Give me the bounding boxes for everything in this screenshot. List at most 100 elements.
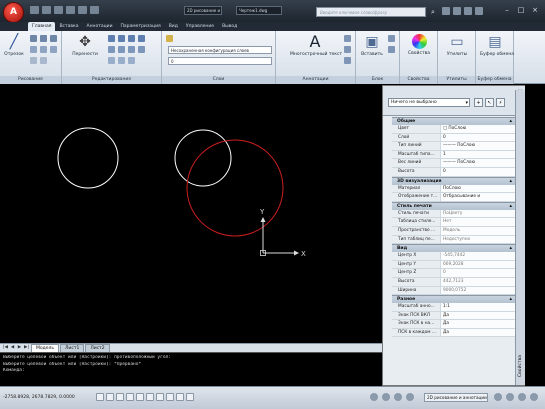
property-row[interactable]: Слой 0 xyxy=(392,133,515,143)
rectangle-icon[interactable] xyxy=(30,46,37,53)
ribbon-tab[interactable]: Вывод xyxy=(218,22,241,31)
property-row[interactable]: Масштаб анно... 1:1 xyxy=(392,303,515,312)
property-value[interactable]: ——— ПоСлою xyxy=(441,142,515,150)
property-value[interactable]: -545,7442 xyxy=(441,252,515,260)
property-row[interactable]: ПСК в каждом ... Да xyxy=(392,328,515,338)
polyline-icon[interactable] xyxy=(30,35,37,42)
property-category[interactable]: 3D визуализация ▴ xyxy=(392,176,515,185)
property-row[interactable]: Тип таблиц пе... Недоступно xyxy=(392,235,515,245)
snap-toggle[interactable] xyxy=(96,393,104,401)
lock-icon[interactable] xyxy=(494,393,502,401)
arc-icon[interactable] xyxy=(50,35,57,42)
property-value[interactable]: Отбрасывание и xyxy=(441,193,515,201)
property-row[interactable]: Знак ПСК в на... Да xyxy=(392,320,515,329)
model-space-icon[interactable] xyxy=(370,393,378,401)
maximize-icon[interactable]: □ xyxy=(515,5,527,15)
property-value[interactable]: Нет xyxy=(441,218,515,226)
property-value[interactable]: 442,7123 xyxy=(441,277,515,286)
edit-block-icon[interactable] xyxy=(388,46,395,53)
layer-properties-icon[interactable] xyxy=(166,35,173,42)
property-value[interactable]: 0 xyxy=(441,167,515,176)
block-panel-title[interactable]: Блок xyxy=(356,76,399,84)
ribbon-tab[interactable]: Вид xyxy=(165,22,182,31)
property-row[interactable]: Ширина 9000,0752 xyxy=(392,286,515,296)
last-tab-icon[interactable]: ▶| xyxy=(23,344,30,352)
property-row[interactable]: Отображение т... Отбрасывание и xyxy=(392,193,515,202)
layout-tab[interactable]: Лист1 xyxy=(60,344,85,352)
multiline-text-tool[interactable]: A Многострочный текст xyxy=(290,34,342,58)
layer-state-combo[interactable]: Несохраненная конфигурация слоев xyxy=(168,46,272,54)
create-block-icon[interactable] xyxy=(388,35,395,42)
scale-icon[interactable] xyxy=(108,57,115,64)
new-icon[interactable] xyxy=(30,6,39,14)
mirror-icon[interactable] xyxy=(108,46,115,53)
property-value[interactable]: Да xyxy=(441,328,515,337)
minimize-icon[interactable]: – xyxy=(501,5,513,15)
polar-toggle[interactable] xyxy=(126,393,134,401)
layout-tab[interactable]: Лист2 xyxy=(85,344,110,352)
property-row[interactable]: Высота 0 xyxy=(392,167,515,177)
quick-properties-toggle[interactable] xyxy=(186,393,194,401)
ribbon-tab[interactable]: Главная xyxy=(28,22,56,31)
property-category[interactable]: Вид ▴ xyxy=(392,244,515,253)
undo-icon[interactable] xyxy=(66,6,75,14)
property-value[interactable]: 669,2028 xyxy=(441,260,515,269)
move-tool[interactable]: ✥ Перенести xyxy=(68,34,102,57)
command-line[interactable]: Выберите целевой объект или [Настройки]:… xyxy=(0,352,382,385)
pan-icon[interactable] xyxy=(394,393,402,401)
collapse-icon[interactable]: ▴ xyxy=(509,296,512,303)
drawing-area[interactable]: Y X xyxy=(0,85,382,343)
property-row[interactable]: Центр X -545,7442 xyxy=(392,252,515,261)
draw-panel-title[interactable]: Рисование xyxy=(0,76,61,84)
help-icon[interactable] xyxy=(475,7,483,15)
property-value[interactable]: 9000,0752 xyxy=(441,286,515,295)
clean-screen-icon[interactable] xyxy=(530,393,538,401)
property-value[interactable]: ——— ПоСлою xyxy=(441,159,515,167)
property-row[interactable]: Цвет □ ПоСлою xyxy=(392,125,515,134)
favorites-icon[interactable] xyxy=(464,7,472,15)
subscription-center-icon[interactable] xyxy=(442,7,450,15)
drawing-objects[interactable] xyxy=(57,127,284,237)
first-tab-icon[interactable]: |◀ xyxy=(2,344,9,352)
leader-icon[interactable] xyxy=(344,46,351,53)
stretch-icon[interactable] xyxy=(138,46,145,53)
ribbon-tab[interactable]: Управление xyxy=(182,22,218,31)
annotation-panel-title[interactable]: Аннотации xyxy=(276,76,355,84)
search-icon[interactable]: ⌕ xyxy=(428,7,438,17)
property-value[interactable]: 0 xyxy=(441,133,515,142)
pickadd-icon[interactable]: + xyxy=(474,98,483,107)
property-row[interactable]: Центр Z0 xyxy=(392,269,515,278)
erase-icon[interactable] xyxy=(128,35,135,42)
next-tab-icon[interactable]: ▶ xyxy=(16,344,23,352)
property-row[interactable]: Материал ПоСлою xyxy=(392,184,515,194)
osnap-toggle[interactable] xyxy=(136,393,144,401)
circle-object[interactable] xyxy=(174,129,232,187)
search-input[interactable]: Введите ключевое слово/фразу xyxy=(316,7,426,17)
utilities-tool[interactable]: ▭ Утилиты xyxy=(442,34,472,57)
utilities-panel-title[interactable]: Утилиты xyxy=(438,76,475,84)
ortho-toggle[interactable] xyxy=(116,393,124,401)
clipboard-tool[interactable]: ▤ Буфер обмена xyxy=(480,34,514,57)
properties-tool[interactable]: Свойства xyxy=(404,34,434,56)
grid-toggle[interactable] xyxy=(106,393,114,401)
offset-icon[interactable] xyxy=(128,57,135,64)
property-category[interactable]: Стиль печати ▴ xyxy=(392,201,515,210)
copy-icon[interactable] xyxy=(138,35,145,42)
property-row[interactable]: Таблица стиле... Нет xyxy=(392,218,515,227)
trim-icon[interactable] xyxy=(118,35,125,42)
property-row[interactable]: Стиль печати ПоЦвету xyxy=(392,209,515,219)
property-row[interactable]: Знак ПСК ВКЛ Да xyxy=(392,311,515,321)
select-objects-icon[interactable]: ↖ xyxy=(485,98,494,107)
otrack-toggle[interactable] xyxy=(146,393,154,401)
open-icon[interactable] xyxy=(42,6,51,14)
communication-center-icon[interactable] xyxy=(453,7,461,15)
fillet-icon[interactable] xyxy=(118,46,125,53)
property-row[interactable]: Масштаб типа... 1 xyxy=(392,150,515,160)
insert-tool[interactable]: ▣ Вставить xyxy=(359,34,385,57)
property-row[interactable]: Центр Y 669,2028 xyxy=(392,260,515,270)
status-workspace-switcher[interactable]: 2D рисование и аннотации xyxy=(424,393,488,402)
property-category[interactable]: Общие ▴ xyxy=(392,117,515,125)
collapse-icon[interactable]: ▴ xyxy=(509,203,512,210)
property-row[interactable]: Вес линий ——— ПоСлою xyxy=(392,159,515,168)
region-icon[interactable] xyxy=(40,57,47,64)
